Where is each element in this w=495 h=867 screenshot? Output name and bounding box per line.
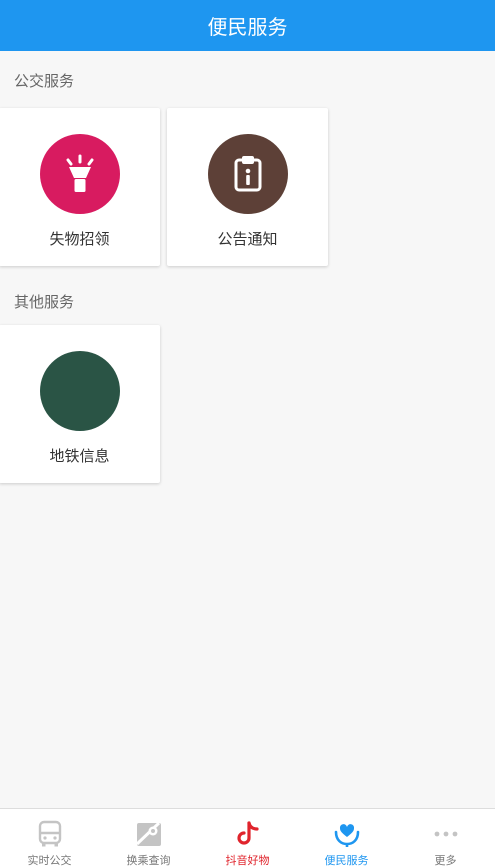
map-route-icon: [134, 820, 164, 848]
service-card-label: 失物招领: [49, 230, 110, 248]
tab-realtime-bus[interactable]: 实时公交: [0, 809, 99, 867]
tab-label: 更多: [434, 854, 457, 867]
tab-douyin-goods[interactable]: 抖音好物: [198, 809, 297, 867]
clipboard-info-icon: [207, 134, 288, 214]
subway-icon: [39, 351, 120, 431]
bus-icon: [35, 820, 65, 848]
tab-label: 换乘查询: [126, 854, 171, 867]
tab-label: 便民服务: [324, 854, 369, 867]
tab-label: 实时公交: [27, 854, 72, 867]
section-title-bus-services: 公交服务: [14, 72, 75, 90]
section-title-other-services: 其他服务: [14, 293, 75, 311]
top-app-bar: 便民服务: [0, 0, 495, 51]
tab-label: 抖音好物: [225, 854, 270, 867]
service-card-label: 地铁信息: [49, 447, 110, 465]
page-title: 便民服务: [207, 15, 288, 39]
more-dots-icon: [431, 820, 461, 848]
tab-convenience-services[interactable]: 便民服务: [297, 809, 396, 867]
tab-more[interactable]: 更多: [396, 809, 495, 867]
heart-hand-icon: [332, 820, 362, 848]
service-card-label: 公告通知: [217, 230, 278, 248]
flashlight-icon: [39, 134, 120, 214]
service-card-subway-info[interactable]: 地铁信息: [0, 325, 160, 483]
tiktok-icon: [233, 820, 263, 848]
service-card-announcements[interactable]: 公告通知: [167, 108, 328, 266]
bottom-tab-bar: 实时公交 换乘查询 抖音好物 便民服务 更多: [0, 808, 495, 867]
service-card-lost-and-found[interactable]: 失物招领: [0, 108, 160, 266]
tab-transfer-query[interactable]: 换乘查询: [99, 809, 198, 867]
